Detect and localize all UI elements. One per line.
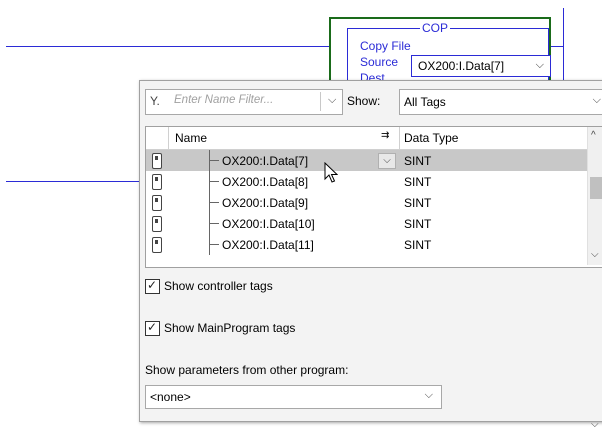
tree-branch <box>209 244 219 245</box>
tag-name: OX200:I.Data[10] <box>222 217 315 231</box>
name-column-label: Name <box>175 131 208 145</box>
table-row[interactable]: OX200:I.Data[10] SINT <box>146 213 587 234</box>
right-power-rail <box>563 8 564 88</box>
show-mainprogram-tags-label[interactable]: Show MainProgram tags <box>164 321 295 335</box>
tag-list-grid: Name ⇉ Data Type OX200:I.Data[7] ⌵ SINT … <box>145 126 602 268</box>
scroll-up-icon[interactable]: ^ <box>591 130 596 141</box>
tag-data-type: SINT <box>404 196 432 210</box>
vertical-scrollbar[interactable]: ^ ⌵ <box>587 127 602 265</box>
tree-branch <box>209 181 219 182</box>
other-program-select[interactable]: <none> ⌵ <box>145 385 442 409</box>
chevron-down-icon[interactable]: ⌵ <box>425 389 433 402</box>
show-scope-value: All Tags <box>404 95 446 109</box>
table-row[interactable]: OX200:I.Data[9] SINT <box>146 192 587 213</box>
show-scope-select[interactable]: All Tags ⌵ <box>399 89 602 115</box>
data-type-column-header[interactable]: Data Type <box>400 127 587 149</box>
tag-name: OX200:I.Data[7] <box>222 154 309 168</box>
sort-icon[interactable]: ⇉ <box>381 130 395 144</box>
copy-file-label: Copy File <box>360 39 411 53</box>
filter-divider <box>320 92 321 111</box>
data-type-column-label: Data Type <box>404 131 459 145</box>
grid-header: Name ⇉ Data Type <box>146 127 587 150</box>
tag-data-type: SINT <box>404 238 432 252</box>
source-operand-value: OX200:I.Data[7] <box>418 59 505 73</box>
tree-branch <box>209 223 219 224</box>
name-filter-placeholder: Enter Name Filter... <box>174 94 274 106</box>
tag-name: OX200:I.Data[8] <box>222 175 309 189</box>
chevron-down-icon[interactable]: ⌵ <box>378 153 396 169</box>
source-label: Source <box>360 55 399 69</box>
scroll-thumb[interactable] <box>590 177 602 199</box>
tag-icon <box>152 237 162 253</box>
chevron-down-icon[interactable]: ⌵ <box>536 59 544 72</box>
tag-icon <box>152 216 162 232</box>
show-mainprogram-tags-checkbox[interactable] <box>145 320 160 336</box>
tag-data-type: SINT <box>404 154 432 168</box>
show-label: Show: <box>347 94 381 108</box>
tag-name: OX200:I.Data[9] <box>222 196 309 210</box>
rung-line-top <box>6 46 329 47</box>
show-controller-tags-label[interactable]: Show controller tags <box>164 279 273 293</box>
filter-icon: Y. <box>150 94 160 108</box>
tree-branch <box>209 202 219 203</box>
chevron-down-icon[interactable]: ⌵ <box>593 94 601 107</box>
tag-data-type: SINT <box>404 175 432 189</box>
table-row[interactable]: OX200:I.Data[7] ⌵ SINT <box>146 150 587 171</box>
tag-icon <box>152 195 162 211</box>
header-icon-column <box>146 127 169 149</box>
chevron-down-icon[interactable]: ⌵ <box>328 94 336 107</box>
table-row[interactable]: OX200:I.Data[8] SINT <box>146 171 587 192</box>
source-operand-combo[interactable]: OX200:I.Data[7] ⌵ <box>411 55 551 77</box>
chevron-down-icon[interactable]: ⌵ <box>591 419 599 430</box>
tag-browser-popup: Y. Enter Name Filter... ⌵ Show: All Tags… <box>139 80 602 422</box>
show-parameters-label: Show parameters from other program: <box>145 363 349 377</box>
cop-instruction-title: COP <box>420 21 451 35</box>
tag-icon <box>152 153 162 169</box>
name-column-header[interactable]: Name ⇉ <box>169 127 400 149</box>
rung-line-right <box>549 46 563 47</box>
tree-branch <box>209 160 219 161</box>
scroll-down-icon[interactable]: ⌵ <box>591 249 599 260</box>
tag-name: OX200:I.Data[11] <box>222 238 314 252</box>
other-program-value: <none> <box>150 390 191 404</box>
show-controller-tags-checkbox[interactable] <box>145 278 160 294</box>
rung-line-second <box>6 181 139 182</box>
name-filter-input[interactable]: Y. Enter Name Filter... ⌵ <box>145 89 343 115</box>
tag-icon <box>152 174 162 190</box>
tag-data-type: SINT <box>404 217 432 231</box>
mouse-pointer-icon <box>324 162 338 183</box>
table-row[interactable]: OX200:I.Data[11] SINT <box>146 234 587 255</box>
